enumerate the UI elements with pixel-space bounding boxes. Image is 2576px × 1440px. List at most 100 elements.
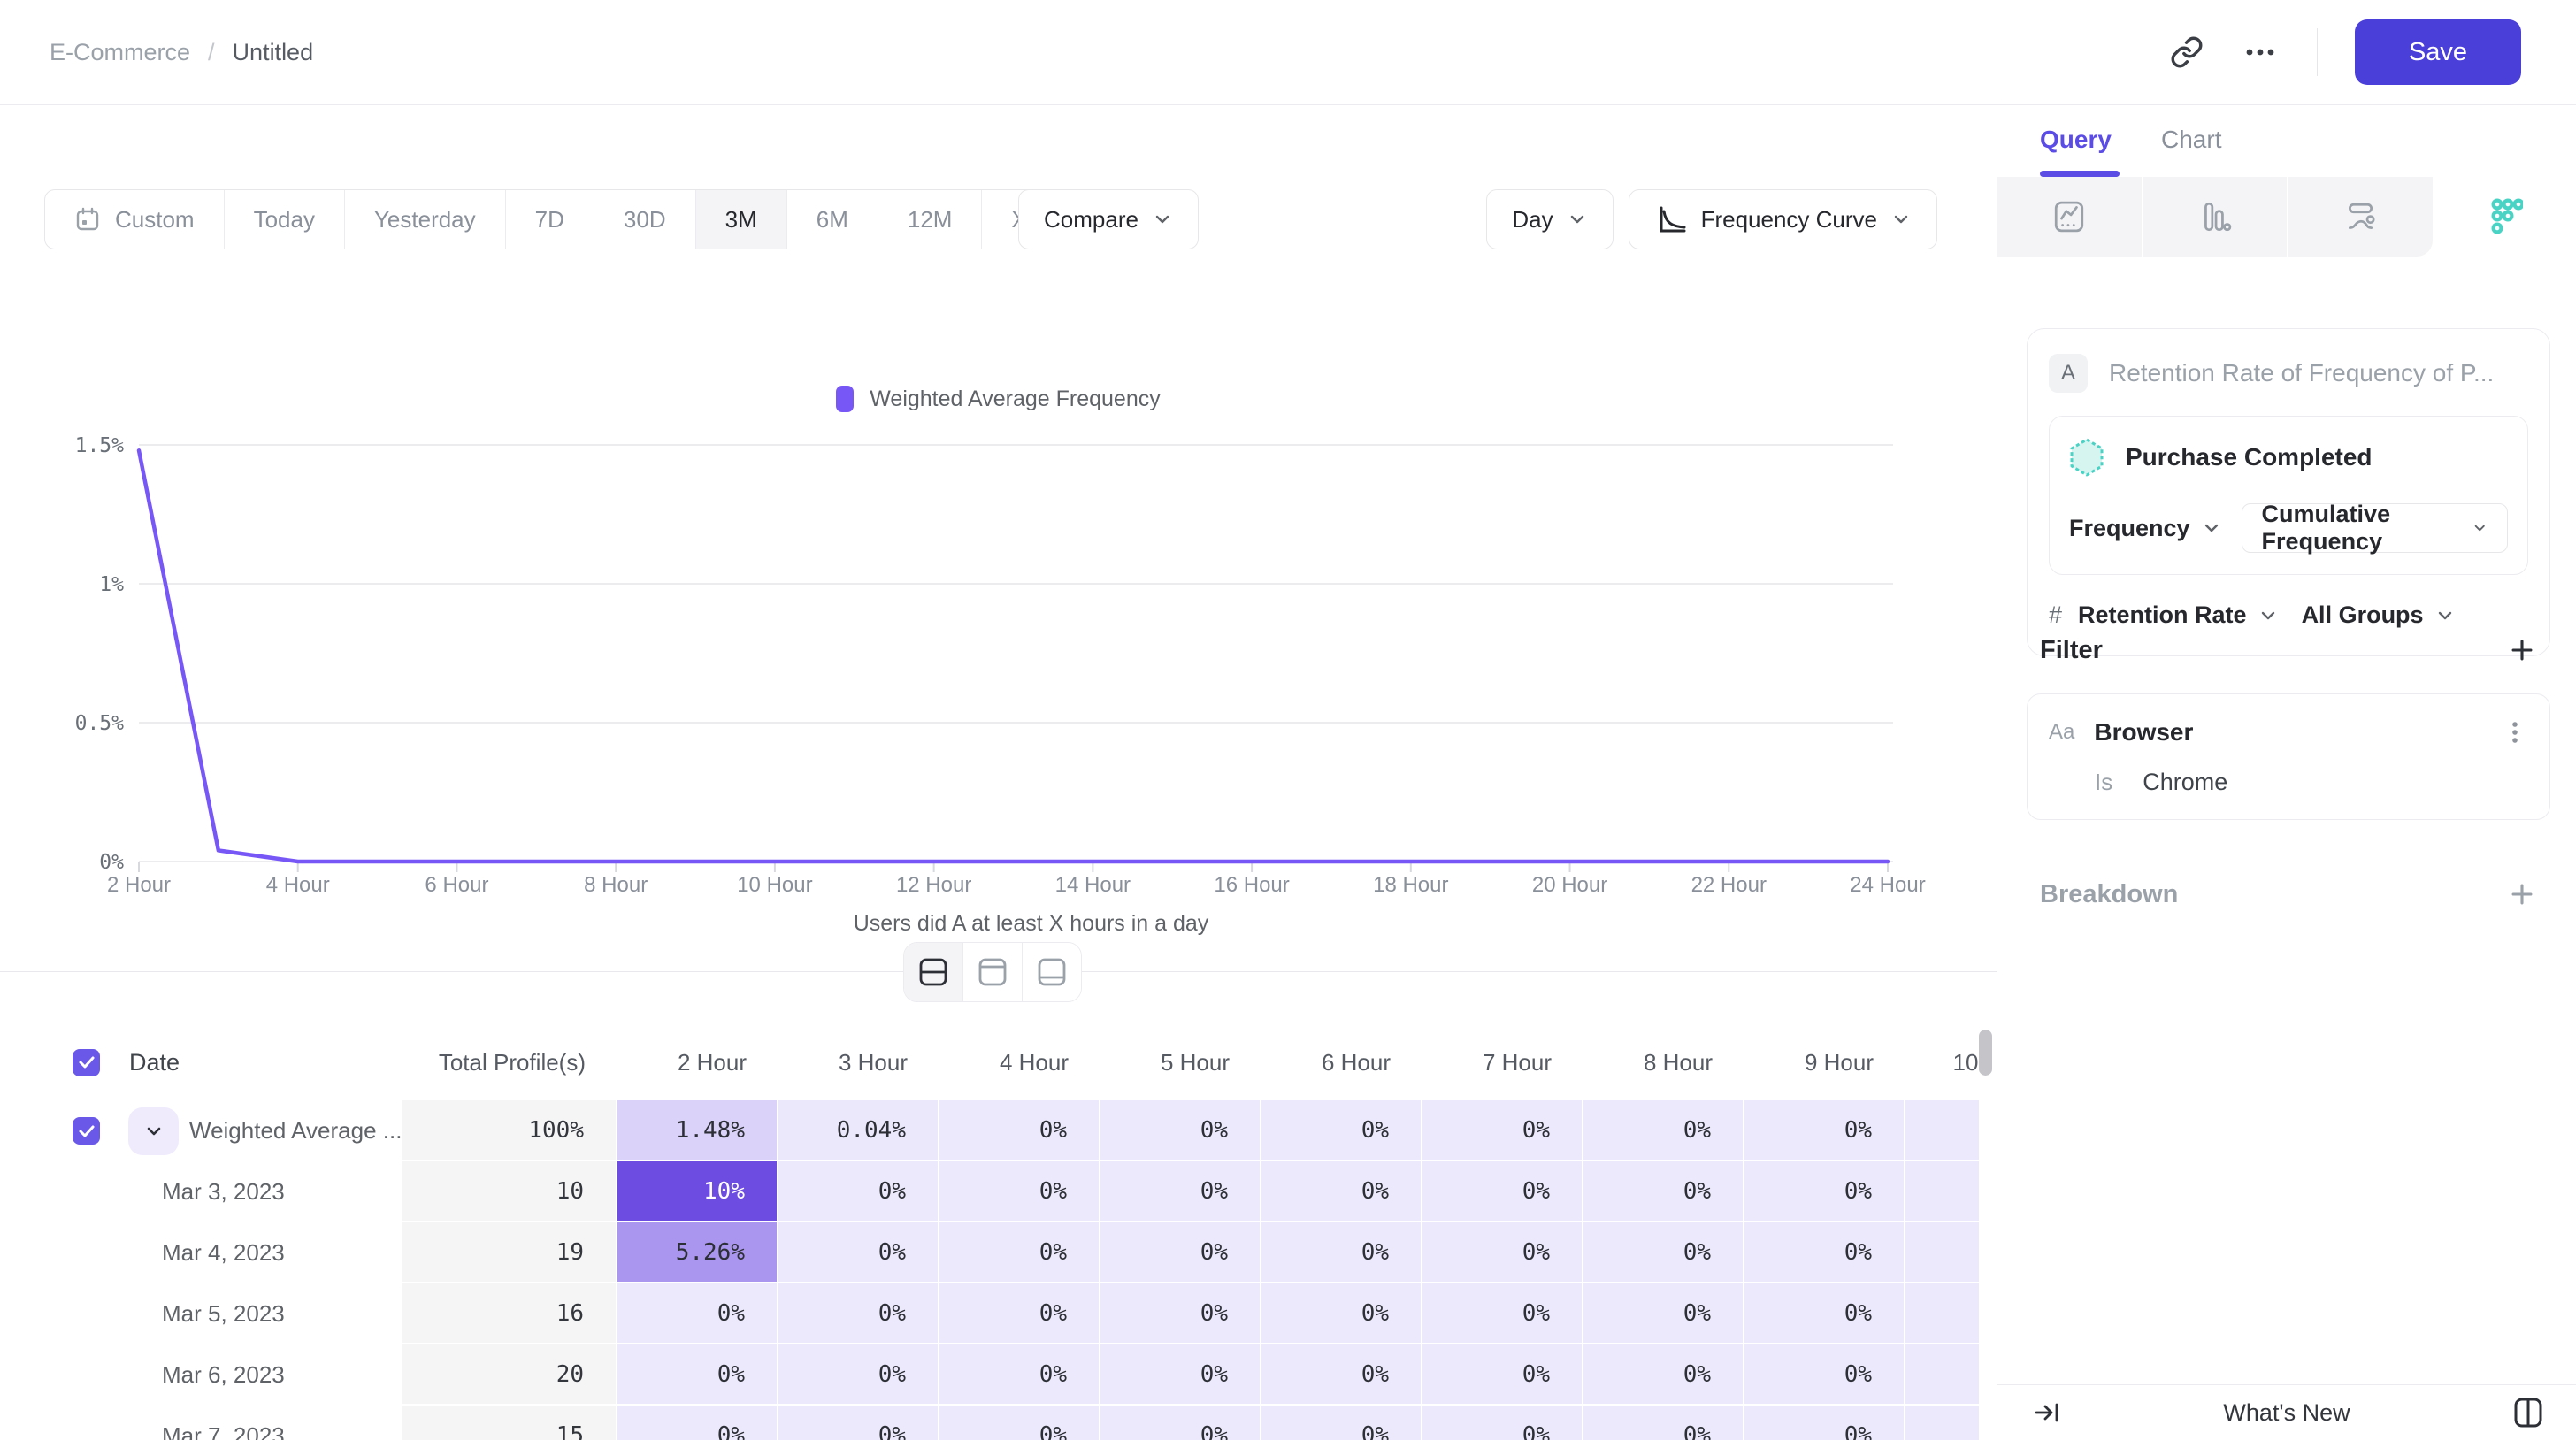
row-checkbox[interactable] — [73, 1117, 100, 1145]
filter-menu-icon[interactable] — [2502, 717, 2528, 747]
row-label: Mar 3, 2023 — [0, 1178, 285, 1206]
value-cell: 0% — [1744, 1161, 1905, 1222]
value-cell: 0% — [1261, 1100, 1422, 1161]
select-all-checkbox[interactable] — [73, 1049, 100, 1076]
header-10-hour[interactable]: 10 Hour — [1905, 1049, 1979, 1076]
tab-chart[interactable]: Chart — [2161, 126, 2221, 154]
table-body: Weighted Average ...100%1.48%0.04%0%0%0%… — [0, 1100, 1979, 1440]
value-cell — [1905, 1161, 1979, 1222]
y-axis-label: 0% — [99, 851, 124, 874]
groups-dropdown-label: All Groups — [2302, 601, 2424, 629]
header-9-hour[interactable]: 9 Hour — [1744, 1049, 1905, 1076]
table-row: Mar 5, 2023160%0%0%0%0%0%0%0% — [0, 1283, 1979, 1344]
breakdown-section-header: Breakdown — [2040, 879, 2537, 909]
range-label: 3M — [725, 206, 757, 234]
more-options-icon[interactable] — [2241, 33, 2280, 72]
step-letter-badge: A — [2049, 354, 2088, 393]
calendar-icon — [74, 206, 101, 233]
value-cell: 0% — [1583, 1161, 1744, 1222]
x-axis-label: 18 Hour — [1373, 873, 1448, 897]
value-cell: 0% — [1100, 1100, 1261, 1161]
y-axis-label: 1% — [99, 573, 124, 596]
value-cell: 0% — [939, 1406, 1100, 1440]
value-cell: 0% — [617, 1406, 778, 1440]
event-name: Purchase Completed — [2126, 443, 2373, 471]
layout-chart-only-button[interactable] — [963, 943, 1023, 1001]
date-range-group: CustomTodayYesterday7D30D3M6M12MXTD — [44, 189, 1121, 249]
header-3-hour[interactable]: 3 Hour — [778, 1049, 939, 1076]
value-cell: 0% — [939, 1161, 1100, 1222]
groups-dropdown[interactable]: All Groups — [2302, 601, 2456, 629]
collapse-sidebar-icon[interactable] — [2031, 1397, 2063, 1429]
metric-dropdown[interactable]: Retention Rate — [2078, 601, 2279, 629]
header-2-hour[interactable]: 2 Hour — [617, 1049, 778, 1076]
filter-card[interactable]: Aa Browser Is Chrome — [2027, 693, 2550, 820]
frequency-report-page: E-Commerce / Untitled Save CustomTodayYe… — [0, 0, 2576, 1440]
total-profiles-cell: 100% — [402, 1100, 617, 1161]
header-8-hour[interactable]: 8 Hour — [1583, 1049, 1744, 1076]
layout-table-only-button[interactable] — [1023, 943, 1081, 1001]
value-cell: 0% — [1261, 1283, 1422, 1344]
range-button-30d[interactable]: 30D — [594, 190, 696, 249]
filter-operator[interactable]: Is — [2095, 769, 2112, 796]
tab-query[interactable]: Query — [2040, 126, 2112, 154]
value-cell: 0% — [1583, 1406, 1744, 1440]
frequency-dropdown-label: Frequency — [2069, 515, 2190, 542]
value-cell: 0% — [1261, 1344, 1422, 1406]
breadcrumb-project[interactable]: E-Commerce — [50, 39, 190, 66]
range-button-custom[interactable]: Custom — [45, 190, 225, 249]
value-cell: 0% — [939, 1283, 1100, 1344]
whats-new-link[interactable]: What's New — [1997, 1399, 2576, 1427]
value-cell: 0% — [1261, 1406, 1422, 1440]
value-cell: 0% — [617, 1344, 778, 1406]
add-breakdown-button[interactable] — [2507, 879, 2537, 909]
share-link-icon[interactable] — [2170, 35, 2204, 69]
save-button[interactable]: Save — [2355, 19, 2521, 85]
table-vertical-scrollbar[interactable] — [1979, 1030, 1992, 1076]
range-button-7d[interactable]: 7D — [506, 190, 594, 249]
cumulative-frequency-label: Cumulative Frequency — [2262, 501, 2459, 555]
range-button-6m[interactable]: 6M — [787, 190, 878, 249]
view-type-label: Frequency Curve — [1701, 206, 1877, 234]
chevron-down-icon — [1890, 209, 1912, 230]
range-button-3m[interactable]: 3M — [696, 190, 787, 249]
date-cell: Weighted Average ... — [0, 1100, 402, 1161]
expand-row-button[interactable] — [128, 1107, 179, 1155]
value-cell: 0% — [1422, 1344, 1583, 1406]
cumulative-frequency-dropdown[interactable]: Cumulative Frequency — [2242, 503, 2508, 553]
plus-icon — [2507, 879, 2537, 909]
layout-split-view-button[interactable] — [904, 943, 963, 1001]
breadcrumb-title[interactable]: Untitled — [233, 39, 314, 66]
date-cell: Mar 6, 2023 — [0, 1344, 402, 1406]
report-type-funnels[interactable] — [2143, 177, 2289, 257]
compare-button[interactable]: Compare — [1018, 189, 1199, 249]
header-5-hour[interactable]: 5 Hour — [1100, 1049, 1261, 1076]
frequency-dropdown[interactable]: Frequency — [2069, 515, 2222, 542]
chart-controls: Day Frequency Curve — [1486, 189, 1937, 249]
view-type-button[interactable]: Frequency Curve — [1629, 189, 1937, 249]
y-axis-label: 1.5% — [75, 434, 125, 457]
header-4-hour[interactable]: 4 Hour — [939, 1049, 1100, 1076]
panel-layout-icon[interactable] — [2511, 1395, 2546, 1430]
header-7-hour[interactable]: 7 Hour — [1422, 1049, 1583, 1076]
value-cell: 0% — [1583, 1222, 1744, 1283]
granularity-button[interactable]: Day — [1486, 189, 1613, 249]
report-type-insights[interactable] — [1997, 177, 2143, 257]
filter-value[interactable]: Chrome — [2143, 769, 2227, 796]
header-6-hour[interactable]: 6 Hour — [1261, 1049, 1422, 1076]
add-filter-button[interactable] — [2507, 635, 2537, 665]
value-cell — [1905, 1222, 1979, 1283]
range-button-yesterday[interactable]: Yesterday — [345, 190, 506, 249]
range-button-12m[interactable]: 12M — [878, 190, 983, 249]
value-cell: 0% — [778, 1283, 939, 1344]
chevron-down-icon — [2201, 517, 2222, 539]
value-cell: 0% — [1422, 1100, 1583, 1161]
top-actions: Save — [2170, 0, 2521, 104]
header-total-profile-s-[interactable]: Total Profile(s) — [402, 1049, 617, 1076]
report-type-frequency[interactable] — [2433, 177, 2576, 257]
report-type-flows[interactable] — [2288, 177, 2433, 257]
range-button-today[interactable]: Today — [225, 190, 345, 249]
value-cell: 5.26% — [617, 1222, 778, 1283]
event-card[interactable]: Purchase Completed Frequency Cumulative … — [2049, 416, 2528, 575]
x-axis-label: 14 Hour — [1055, 873, 1131, 897]
